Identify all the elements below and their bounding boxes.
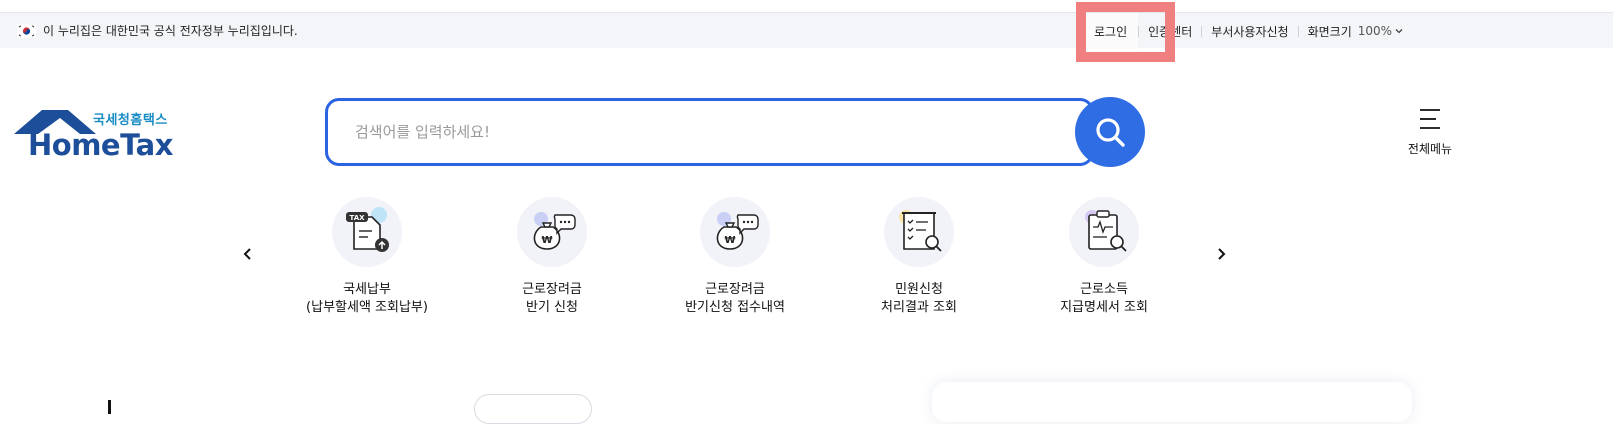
label-line1: 근로장려금	[522, 282, 582, 297]
search-box	[325, 98, 1094, 166]
label-line2: 처리결과 조회	[881, 300, 957, 315]
korea-flag-icon	[17, 23, 36, 38]
carousel-next-icon[interactable]	[1214, 247, 1228, 261]
quick-menu-label: 국세납부 (납부할세액 조회납부)	[292, 281, 442, 317]
logo-subtitle: 국세청홈택스	[93, 113, 168, 128]
quick-menu-item-tax-payment[interactable]: TAX 국세납부 (납부할세액 조회납부)	[292, 197, 442, 317]
quick-menu-label: 근로소득 지급명세서 조회	[1029, 281, 1179, 317]
quick-menu-item-civil-petition-result[interactable]: 민원신청 처리결과 조회	[844, 197, 994, 317]
money-bag-chat-icon: ₩	[700, 197, 770, 267]
quick-menu-label: 근로장려금 반기신청 접수내역	[660, 281, 810, 317]
label-line1: 민원신청	[895, 282, 943, 297]
top-utility-bar: 이 누리집은 대한민국 공식 전자정부 누리집입니다. 로그인 인증센터 부서사…	[0, 12, 1613, 49]
quick-menu-item-earned-income-incentive-apply[interactable]: ₩ 근로장려금 반기 신청	[477, 197, 627, 317]
section-button-cut-off[interactable]	[474, 394, 592, 424]
checklist-search-icon	[884, 197, 954, 267]
quick-menu-label: 근로장려금 반기 신청	[477, 281, 627, 317]
carousel-prev-icon[interactable]	[241, 247, 255, 261]
label-line2: 반기 신청	[526, 300, 578, 315]
gov-notice: 이 누리집은 대한민국 공식 전자정부 누리집입니다.	[17, 22, 298, 39]
search-input[interactable]	[328, 101, 1091, 163]
gov-notice-text: 이 누리집은 대한민국 공식 전자정부 누리집입니다.	[43, 24, 298, 38]
label-line1: 국세납부	[343, 282, 391, 297]
side-panel	[932, 382, 1412, 422]
hometax-logo[interactable]: 국세청홈택스 HomeTax	[14, 106, 174, 162]
screen-size-control[interactable]: 화면크기 100%	[1299, 23, 1403, 40]
quick-menu-item-earned-income-incentive-receipts[interactable]: ₩ 근로장려금 반기신청 접수내역	[660, 197, 810, 317]
section-title-cut-off	[108, 394, 448, 414]
svg-text:TAX: TAX	[349, 214, 365, 222]
search-button[interactable]	[1075, 97, 1145, 167]
quick-menu-item-earned-income-statement[interactable]: 근로소득 지급명세서 조회	[1029, 197, 1179, 317]
title-bar-mark	[108, 400, 111, 414]
chevron-down-icon	[1395, 29, 1403, 34]
tax-upload-icon: TAX	[332, 197, 402, 267]
svg-text:₩: ₩	[541, 235, 552, 246]
screen-size-label: 화면크기	[1307, 24, 1352, 39]
login-highlight-box	[1076, 2, 1175, 62]
label-line1: 근로소득	[1080, 282, 1128, 297]
all-menu-button[interactable]: 전체메뉴	[1402, 108, 1458, 157]
label-line1: 근로장려금	[705, 282, 765, 297]
dept-user-signup-link[interactable]: 부서사용자신청	[1202, 13, 1297, 49]
money-bag-chat-icon: ₩	[517, 197, 587, 267]
search-icon	[1096, 118, 1125, 147]
label-line2: 반기신청 접수내역	[685, 300, 785, 315]
hamburger-icon	[1420, 109, 1440, 129]
label-line2: (납부할세액 조회납부)	[306, 300, 428, 315]
svg-text:₩: ₩	[724, 235, 735, 246]
zoom-value: 100%	[1357, 24, 1393, 38]
all-menu-label: 전체메뉴	[1407, 142, 1453, 156]
logo-wordmark: HomeTax	[28, 128, 173, 162]
quick-menu-label: 민원신청 처리결과 조회	[844, 281, 994, 317]
label-line2: 지급명세서 조회	[1060, 300, 1148, 315]
clipboard-search-icon	[1069, 197, 1139, 267]
